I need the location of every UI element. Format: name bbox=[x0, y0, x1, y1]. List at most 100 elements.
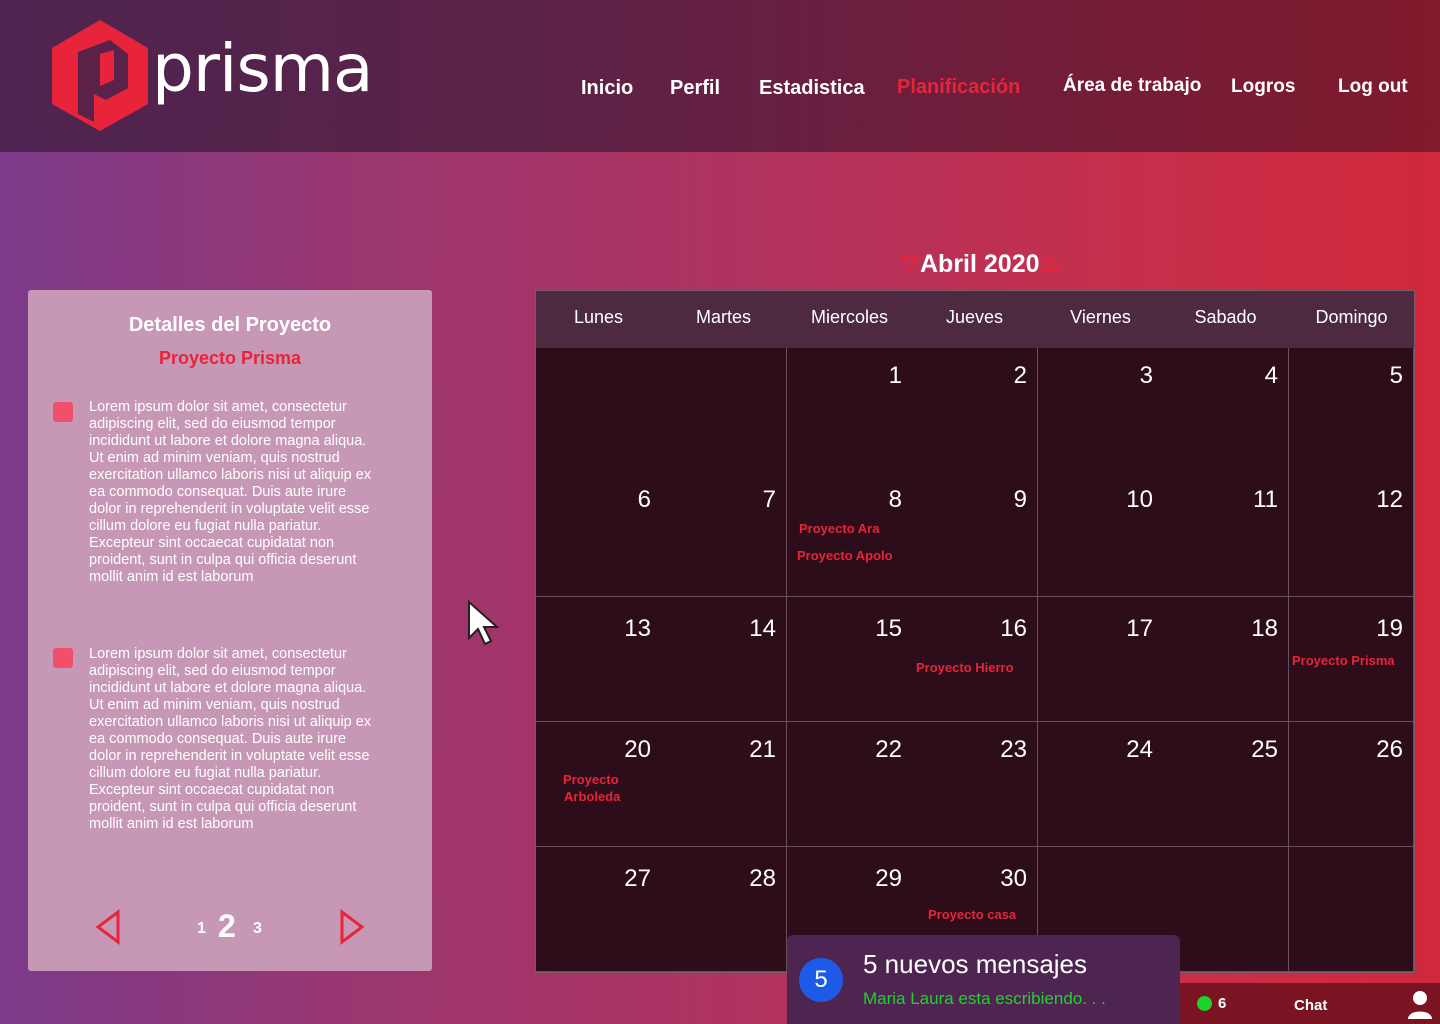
calendar-day-cell[interactable]: 12 bbox=[1289, 472, 1414, 597]
page-1[interactable]: 1 bbox=[197, 920, 206, 938]
day-number: 14 bbox=[749, 615, 776, 642]
calendar-day-cell[interactable]: 7 bbox=[661, 472, 787, 597]
calendar-day-cell[interactable]: 10 bbox=[1038, 472, 1164, 597]
day-number: 24 bbox=[1126, 736, 1153, 763]
day-number: 11 bbox=[1253, 486, 1278, 513]
calendar-event[interactable]: Arboleda bbox=[564, 789, 620, 804]
prev-page-icon[interactable] bbox=[94, 909, 122, 949]
calendar-day-cell[interactable]: 19 Proyecto Prisma bbox=[1289, 597, 1414, 722]
calendar-event[interactable]: Proyecto Ara bbox=[799, 521, 879, 536]
day-number: 9 bbox=[1013, 486, 1027, 513]
day-number: 22 bbox=[875, 736, 902, 763]
calendar-day-cell[interactable]: 1 bbox=[787, 348, 913, 473]
calendar-day-cell[interactable]: 24 bbox=[1038, 722, 1164, 847]
message-count-badge: 5 bbox=[799, 958, 843, 1002]
calendar-day-cell[interactable] bbox=[536, 348, 662, 473]
calendar-day-cell[interactable]: 28 bbox=[661, 847, 787, 972]
day-number: 12 bbox=[1376, 486, 1403, 513]
calendar-day-cell[interactable]: 18 bbox=[1163, 597, 1289, 722]
main-nav: Inicio Perfil Estadistica Planificación … bbox=[0, 75, 1440, 105]
next-page-icon[interactable] bbox=[338, 909, 366, 949]
mouse-cursor-icon bbox=[468, 600, 500, 646]
calendar-event[interactable]: Proyecto Apolo bbox=[797, 548, 893, 563]
calendar-day-cell[interactable]: 5 bbox=[1289, 348, 1414, 473]
calendar-day-cell[interactable]: 17 bbox=[1038, 597, 1164, 722]
online-count: 6 bbox=[1218, 995, 1227, 1012]
calendar-day-cell[interactable]: 22 bbox=[787, 722, 913, 847]
calendar-day-cell[interactable]: 3 bbox=[1038, 348, 1164, 473]
nav-planificacion[interactable]: Planificación bbox=[897, 76, 1020, 99]
calendar-day-cell[interactable]: 6 bbox=[536, 472, 662, 597]
day-number: 1 bbox=[888, 362, 902, 389]
day-number: 23 bbox=[1000, 736, 1027, 763]
chat-label[interactable]: Chat bbox=[1294, 997, 1327, 1014]
day-number: 28 bbox=[749, 865, 776, 892]
calendar-day-cell[interactable]: 21 bbox=[661, 722, 787, 847]
calendar-day-cell[interactable]: 13 bbox=[536, 597, 662, 722]
calendar-grid: Lunes Martes Miercoles Jueves Viernes Sa… bbox=[535, 290, 1415, 973]
weekday-label: Martes bbox=[695, 307, 751, 327]
calendar-event[interactable]: Proyecto Prisma bbox=[1292, 653, 1395, 668]
calendar-day-cell[interactable]: 2 bbox=[912, 348, 1038, 473]
day-number: 2 bbox=[1013, 362, 1027, 389]
calendar-day-cell[interactable]: 27 bbox=[536, 847, 662, 972]
task-checkbox[interactable] bbox=[53, 648, 73, 668]
calendar-day-cell[interactable]: 20 Proyecto Arboleda bbox=[536, 722, 662, 847]
calendar-event[interactable]: Proyecto casa bbox=[928, 907, 1016, 922]
calendar-day-cell[interactable]: 8 Proyecto Ara Proyecto Apolo bbox=[787, 472, 913, 597]
calendar-day-cell[interactable]: 23 bbox=[912, 722, 1038, 847]
weekday-label: Domingo bbox=[1315, 307, 1388, 327]
nav-logros[interactable]: Logros bbox=[1231, 76, 1295, 98]
day-number: 15 bbox=[875, 615, 902, 642]
calendar-day-cell[interactable]: 15 bbox=[787, 597, 913, 722]
user-icon[interactable] bbox=[1406, 989, 1434, 1019]
weekday-label: Jueves bbox=[945, 307, 1004, 327]
calendar-day-cell[interactable] bbox=[1163, 847, 1289, 972]
panel-pagination: 1 2 3 bbox=[28, 905, 432, 955]
calendar-day-cell[interactable]: 26 bbox=[1289, 722, 1414, 847]
day-number: 30 bbox=[1000, 865, 1027, 892]
calendar-day-cell[interactable]: 14 bbox=[661, 597, 787, 722]
task-checkbox[interactable] bbox=[53, 402, 73, 422]
day-number: 27 bbox=[624, 865, 651, 892]
weekday-label: Lunes bbox=[573, 307, 624, 327]
calendar-day-cell[interactable]: 4 bbox=[1163, 348, 1289, 473]
new-messages-title: 5 nuevos mensajes bbox=[863, 949, 1088, 979]
month-label: Abril 2020 bbox=[920, 250, 1040, 278]
calendar-day-cell[interactable] bbox=[1289, 847, 1414, 972]
day-number: 25 bbox=[1251, 736, 1278, 763]
calendar-event[interactable]: Proyecto Hierro bbox=[916, 660, 1014, 675]
day-number: 4 bbox=[1264, 362, 1278, 389]
day-number: 7 bbox=[762, 486, 776, 513]
day-number: 13 bbox=[624, 615, 651, 642]
calendar-event[interactable]: Proyecto bbox=[563, 772, 619, 787]
page-2-current[interactable]: 2 bbox=[218, 908, 236, 945]
nav-log-out[interactable]: Log out bbox=[1338, 76, 1408, 98]
day-number: 17 bbox=[1126, 615, 1153, 642]
new-messages-popup[interactable]: 5 5 nuevos mensajes Maria Laura esta esc… bbox=[787, 935, 1180, 1024]
weekday-label: Miercoles bbox=[810, 307, 889, 327]
calendar-day-cell[interactable]: 9 bbox=[912, 472, 1038, 597]
nav-area-de-trabajo[interactable]: Área de trabajo bbox=[1063, 75, 1201, 97]
calendar-day-cell[interactable]: 25 bbox=[1163, 722, 1289, 847]
month-selector: Abril 2020 bbox=[900, 250, 1060, 280]
panel-title: Detalles del Proyecto bbox=[128, 314, 332, 336]
app-header: prisma Inicio Perfil Estadistica Planifi… bbox=[0, 0, 1440, 152]
day-number: 6 bbox=[637, 486, 651, 513]
next-month-icon[interactable] bbox=[1039, 251, 1060, 280]
day-number: 3 bbox=[1139, 362, 1153, 389]
chat-bar[interactable]: 6 Chat bbox=[1180, 983, 1440, 1024]
calendar-weekday-header: Lunes Martes Miercoles Jueves Viernes Sa… bbox=[536, 291, 1414, 349]
day-number: 20 bbox=[624, 736, 651, 763]
day-number: 8 bbox=[888, 486, 902, 513]
prev-month-icon[interactable] bbox=[900, 251, 920, 280]
nav-perfil[interactable]: Perfil bbox=[670, 77, 720, 100]
calendar-day-cell[interactable]: 16 Proyecto Hierro bbox=[912, 597, 1038, 722]
calendar-day-cell[interactable] bbox=[661, 348, 787, 473]
weekday-label: Viernes bbox=[1070, 307, 1131, 327]
nav-estadistica[interactable]: Estadistica bbox=[759, 77, 865, 100]
day-number: 16 bbox=[1000, 615, 1027, 642]
nav-inicio[interactable]: Inicio bbox=[581, 77, 633, 100]
page-3[interactable]: 3 bbox=[253, 920, 262, 938]
calendar-day-cell[interactable]: 11 bbox=[1163, 472, 1289, 597]
